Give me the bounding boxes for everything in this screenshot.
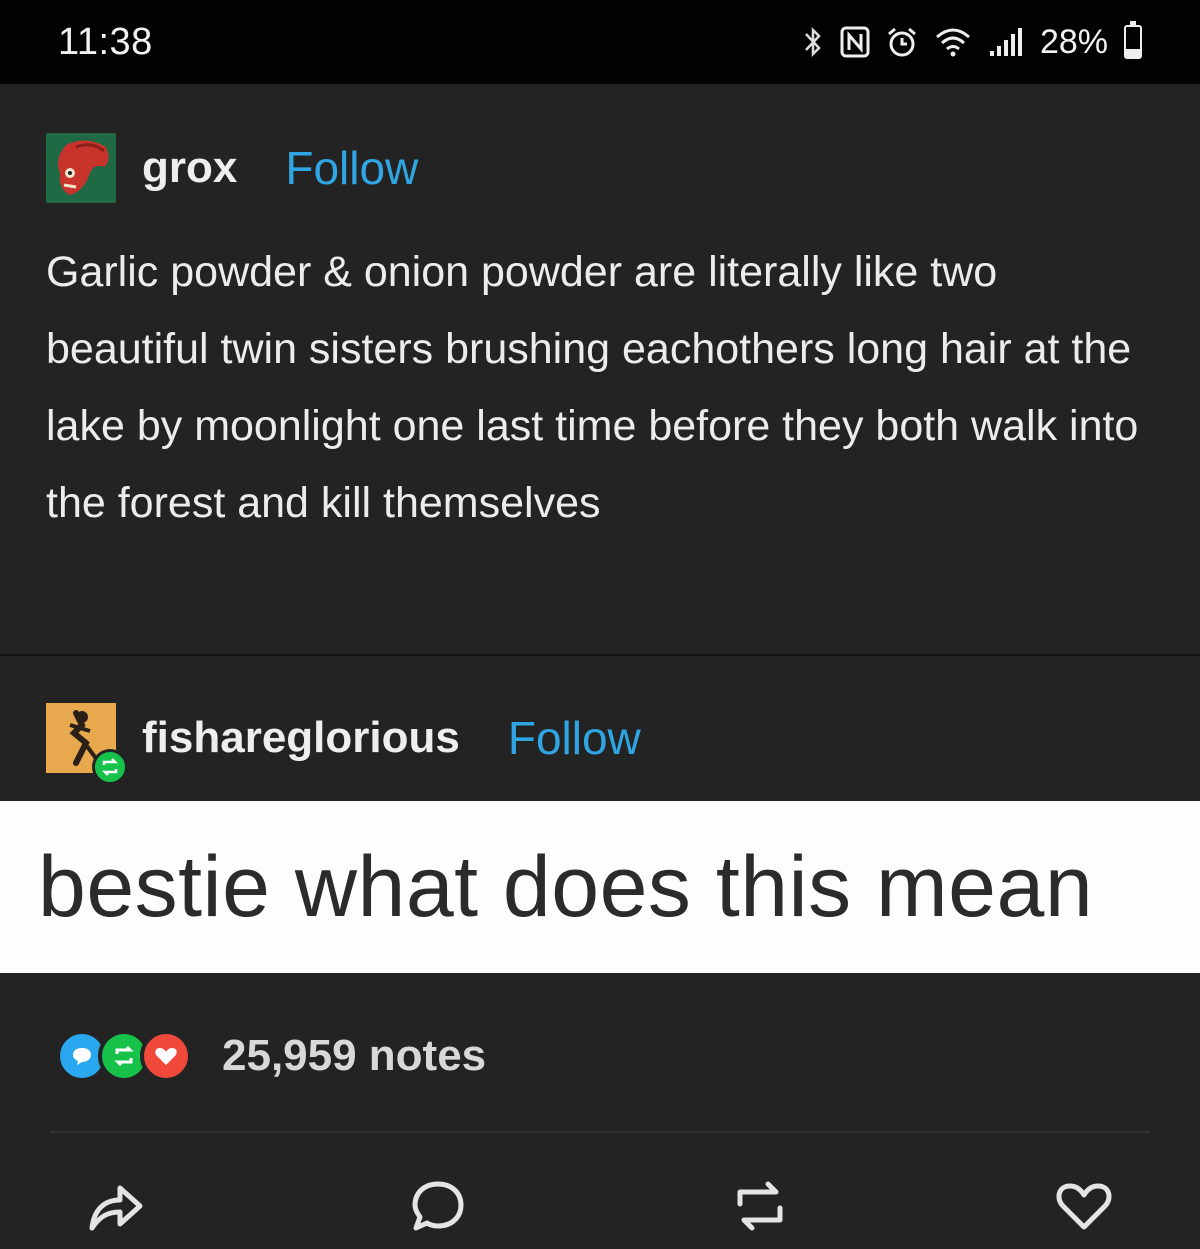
share-icon — [89, 1185, 143, 1231]
like-button[interactable] — [1054, 1176, 1114, 1236]
nfc-icon — [840, 26, 870, 58]
reblog-button[interactable] — [730, 1176, 790, 1236]
red-creature-avatar-icon — [46, 133, 116, 203]
op-follow-button[interactable]: Follow — [285, 141, 418, 195]
battery-icon — [1124, 21, 1142, 59]
reblog-avatar[interactable] — [46, 703, 128, 785]
like-icon — [1056, 1183, 1112, 1230]
wifi-icon — [934, 27, 972, 57]
actions-divider — [50, 1131, 1150, 1133]
notes-count[interactable]: 25,959 notes — [222, 1031, 486, 1081]
reply-icon — [412, 1181, 464, 1231]
status-time: 11:38 — [58, 20, 153, 63]
reblog-username[interactable]: fishareglorious — [142, 713, 460, 763]
op-avatar[interactable] — [46, 133, 116, 203]
op-post-text: Garlic powder & onion powder are literal… — [46, 248, 1139, 527]
reblog-follow-button[interactable]: Follow — [508, 711, 641, 765]
bluetooth-icon — [802, 25, 824, 59]
original-post: grox Follow Garlic powder & onion powder… — [0, 84, 1200, 654]
reblog-header: fishareglorious Follow — [46, 703, 641, 785]
post-divider — [0, 654, 1200, 656]
status-icons: 28% — [802, 21, 1142, 62]
status-bar: 11:38 28% — [0, 0, 1200, 84]
op-username[interactable]: grox — [142, 143, 237, 193]
reblog-text: bestie what does this mean — [38, 838, 1094, 935]
post-card: grox Follow Garlic powder & onion powder… — [0, 84, 1200, 1249]
alarm-icon — [886, 26, 918, 58]
reply-button[interactable] — [408, 1176, 468, 1236]
battery-percent: 28% — [1039, 22, 1108, 61]
like-bubble-icon — [140, 1030, 192, 1082]
reblog-content: bestie what does this mean — [0, 801, 1200, 973]
reblog-icon — [737, 1181, 783, 1231]
share-button[interactable] — [86, 1176, 146, 1236]
reblog-badge-icon — [92, 749, 128, 785]
signal-icon — [988, 27, 1024, 57]
note-bubbles — [56, 1030, 192, 1082]
notes-row[interactable]: 25,959 notes — [56, 1030, 486, 1082]
op-header: grox Follow — [46, 133, 418, 203]
